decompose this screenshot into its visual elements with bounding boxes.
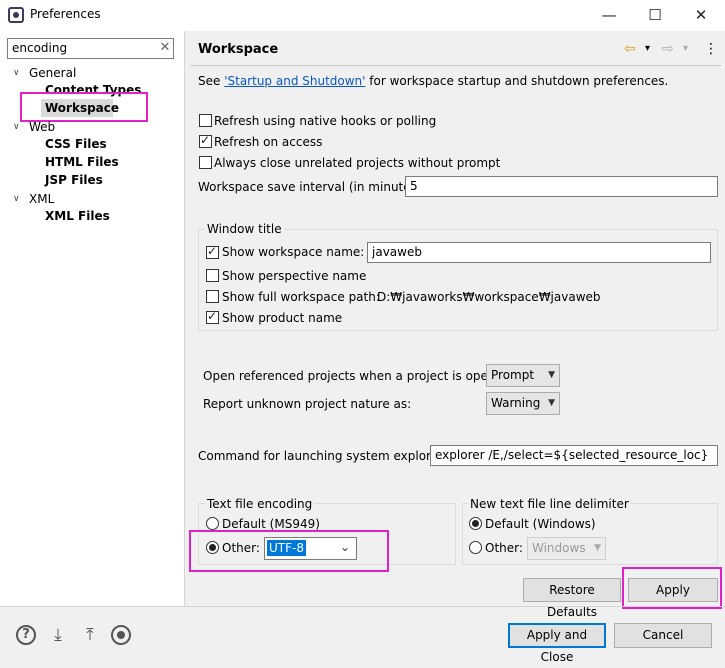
- tree-item-html-files[interactable]: HTML Files: [45, 153, 119, 171]
- page-title: Workspace: [198, 42, 279, 57]
- open-referenced-value: Prompt: [491, 368, 535, 382]
- tree-item-jsp-files[interactable]: JSP Files: [45, 171, 103, 189]
- show-perspective-name-label: Show perspective name: [222, 269, 367, 283]
- chevron-down-icon: ▼: [594, 543, 601, 553]
- refresh-native-label: Refresh using native hooks or polling: [214, 114, 437, 128]
- see-prefix: See: [198, 74, 225, 88]
- show-full-path-label: Show full workspace path:: [222, 290, 380, 304]
- show-perspective-name-checkbox[interactable]: [206, 269, 219, 282]
- close-unrelated-label: Always close unrelated projects without …: [214, 156, 501, 170]
- text-file-encoding-legend: Text file encoding: [205, 497, 315, 511]
- show-full-path-checkbox[interactable]: [206, 290, 219, 303]
- tree-item-general[interactable]: General: [29, 64, 76, 82]
- apply-and-close-button[interactable]: Apply and Close: [508, 623, 606, 664]
- maximize-button[interactable]: ☐: [632, 0, 678, 31]
- record-dot: [117, 631, 125, 639]
- workspace-name-input[interactable]: javaweb: [367, 242, 711, 263]
- encoding-default-radio[interactable]: [206, 517, 219, 530]
- import-icon[interactable]: ⤓: [48, 625, 68, 645]
- delimiter-select[interactable]: Windows ▼: [527, 537, 606, 560]
- show-workspace-name-checkbox[interactable]: [206, 244, 219, 259]
- show-product-name-checkbox[interactable]: [206, 309, 219, 324]
- delimiter-default-label: Default (Windows): [485, 517, 596, 531]
- close-unrelated-checkbox[interactable]: [199, 156, 212, 169]
- save-interval-input[interactable]: 5: [405, 176, 718, 197]
- delimiter-other-radio[interactable]: [469, 541, 482, 554]
- tree-item-xml-files[interactable]: XML Files: [45, 207, 110, 225]
- tree-item-xml[interactable]: XML: [29, 190, 54, 208]
- highlight-apply: [622, 567, 722, 609]
- report-unknown-label: Report unknown project nature as:: [203, 397, 412, 411]
- refresh-access-label: Refresh on access: [214, 135, 323, 149]
- restore-defaults-button[interactable]: Restore Defaults: [523, 578, 621, 619]
- export-icon[interactable]: ⤒: [80, 625, 100, 645]
- window-title-legend: Window title: [205, 222, 284, 236]
- record-icon[interactable]: [111, 625, 131, 645]
- cancel-button[interactable]: Cancel: [614, 623, 712, 648]
- explorer-command-label: Command for launching system explorer:: [198, 449, 447, 463]
- refresh-native-checkbox[interactable]: [199, 114, 212, 127]
- save-interval-label: Workspace save interval (in minutes):: [198, 180, 426, 194]
- see-startup-text: See 'Startup and Shutdown' for workspace…: [198, 73, 668, 89]
- open-referenced-select[interactable]: Prompt ▼: [486, 364, 560, 387]
- show-product-name-label: Show product name: [222, 311, 343, 325]
- delimiter-default-radio[interactable]: [469, 517, 482, 530]
- refresh-access-checkbox[interactable]: [199, 133, 212, 148]
- minimize-button[interactable]: —: [586, 0, 632, 31]
- delimiter-select-value: Windows: [532, 541, 586, 555]
- window-title: Preferences: [30, 7, 101, 21]
- forward-arrow-icon[interactable]: ⇨: [662, 41, 674, 57]
- preferences-app-icon: [8, 7, 24, 23]
- filter-input[interactable]: encoding: [7, 38, 174, 59]
- open-referenced-label: Open referenced projects when a project …: [203, 369, 515, 383]
- delimiter-other-label: Other:: [485, 541, 523, 555]
- view-menu-icon[interactable]: ⋮: [704, 41, 718, 57]
- chevron-down-icon: ▼: [548, 370, 555, 380]
- see-suffix: for workspace startup and shutdown prefe…: [365, 74, 669, 88]
- highlight-encoding: [189, 530, 389, 572]
- report-unknown-value: Warning: [491, 396, 541, 410]
- tree-item-web[interactable]: Web: [29, 118, 55, 136]
- chevron-down-icon[interactable]: ∨: [13, 194, 20, 204]
- chevron-down-icon[interactable]: ∨: [13, 122, 20, 132]
- bottom-divider: [0, 606, 725, 607]
- tree-item-css-files[interactable]: CSS Files: [45, 135, 107, 153]
- chevron-down-icon[interactable]: ∨: [13, 68, 20, 78]
- line-delimiter-legend: New text file line delimiter: [468, 497, 631, 511]
- chevron-down-icon: ▼: [548, 398, 555, 408]
- back-dropdown-icon[interactable]: ▾: [645, 41, 650, 57]
- header-divider: [190, 65, 721, 66]
- help-icon[interactable]: ?: [16, 625, 36, 645]
- report-unknown-select[interactable]: Warning ▼: [486, 392, 560, 415]
- full-path-value: D:₩javaworks₩workspace₩javaweb: [377, 290, 601, 304]
- forward-dropdown-icon[interactable]: ▾: [683, 41, 688, 57]
- clear-filter-icon[interactable]: ✕: [158, 39, 172, 57]
- startup-shutdown-link[interactable]: 'Startup and Shutdown': [224, 74, 365, 88]
- close-button[interactable]: ✕: [678, 0, 724, 31]
- show-workspace-name-label: Show workspace name:: [222, 245, 365, 259]
- back-arrow-icon[interactable]: ⇦: [624, 41, 636, 57]
- explorer-command-input[interactable]: explorer /E,/select=${selected_resource_…: [430, 445, 718, 466]
